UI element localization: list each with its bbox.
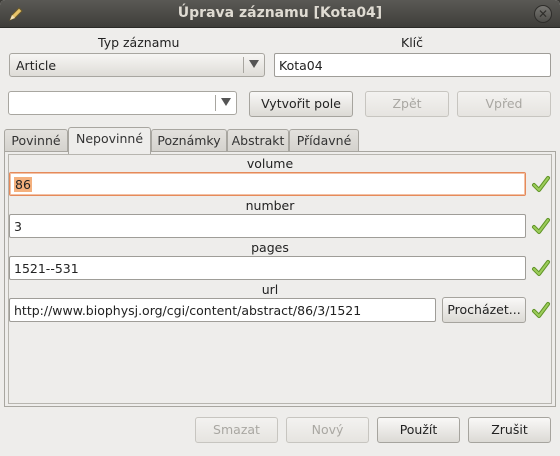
apply-button[interactable]: Použít bbox=[377, 417, 460, 443]
volume-value: 86 bbox=[14, 177, 32, 192]
chevron-down-icon bbox=[249, 60, 259, 68]
cancel-button[interactable]: Zrušit bbox=[468, 417, 551, 443]
number-input[interactable]: 3 bbox=[9, 214, 526, 238]
title-bar[interactable]: Úprava záznamu [Kota04] ✕ bbox=[0, 0, 560, 28]
tab-nepovinne[interactable]: Nepovinné bbox=[68, 127, 151, 154]
combo-separator bbox=[243, 57, 244, 73]
valid-check-icon bbox=[532, 260, 550, 276]
valid-check-icon bbox=[532, 302, 550, 318]
create-field-button[interactable]: Vytvořit pole bbox=[249, 91, 353, 117]
tab-povinne[interactable]: Povinné bbox=[4, 129, 68, 153]
entry-type-value: Article bbox=[16, 58, 57, 73]
delete-button[interactable]: Smazat bbox=[195, 417, 278, 443]
valid-check-icon bbox=[532, 176, 550, 192]
tab-abstrakt[interactable]: Abstrakt bbox=[227, 129, 289, 153]
browse-button[interactable]: Procházet... bbox=[442, 297, 526, 323]
chevron-down-icon bbox=[221, 98, 231, 106]
volume-input[interactable]: 86 bbox=[9, 172, 526, 196]
combo-separator bbox=[215, 95, 216, 111]
number-label: number bbox=[245, 198, 295, 213]
forward-button[interactable]: Vpřed bbox=[457, 91, 551, 117]
close-icon[interactable]: ✕ bbox=[534, 5, 552, 23]
entry-type-label: Typ záznamu bbox=[98, 35, 180, 50]
url-label: url bbox=[261, 282, 279, 297]
pages-input[interactable]: 1521--531 bbox=[9, 256, 526, 280]
entry-type-combo[interactable]: Article bbox=[9, 53, 265, 77]
pages-label: pages bbox=[251, 240, 289, 255]
editor-dialog: Úprava záznamu [Kota04] ✕ Typ záznamu Kl… bbox=[0, 0, 560, 456]
volume-label: volume bbox=[246, 156, 294, 171]
new-button[interactable]: Nový bbox=[286, 417, 369, 443]
key-value: Kota04 bbox=[279, 58, 323, 73]
key-input[interactable]: Kota04 bbox=[274, 53, 551, 77]
tab-poznamky[interactable]: Poznámky bbox=[151, 129, 227, 153]
number-value: 3 bbox=[14, 219, 22, 234]
key-label: Klíč bbox=[401, 35, 424, 50]
url-input[interactable]: http://www.biophysj.org/cgi/content/abst… bbox=[9, 298, 436, 322]
valid-check-icon bbox=[532, 218, 550, 234]
fields-panel: volume 86 number 3 pages 1521--531 url h… bbox=[4, 151, 556, 407]
field-name-combo[interactable] bbox=[8, 91, 237, 115]
pages-value: 1521--531 bbox=[14, 261, 79, 276]
back-button[interactable]: Zpět bbox=[365, 91, 449, 117]
window-title: Úprava záznamu [Kota04] bbox=[177, 5, 383, 21]
tab-pridavne[interactable]: Přídavné bbox=[289, 129, 359, 153]
url-value: http://www.biophysj.org/cgi/content/abst… bbox=[14, 303, 362, 318]
